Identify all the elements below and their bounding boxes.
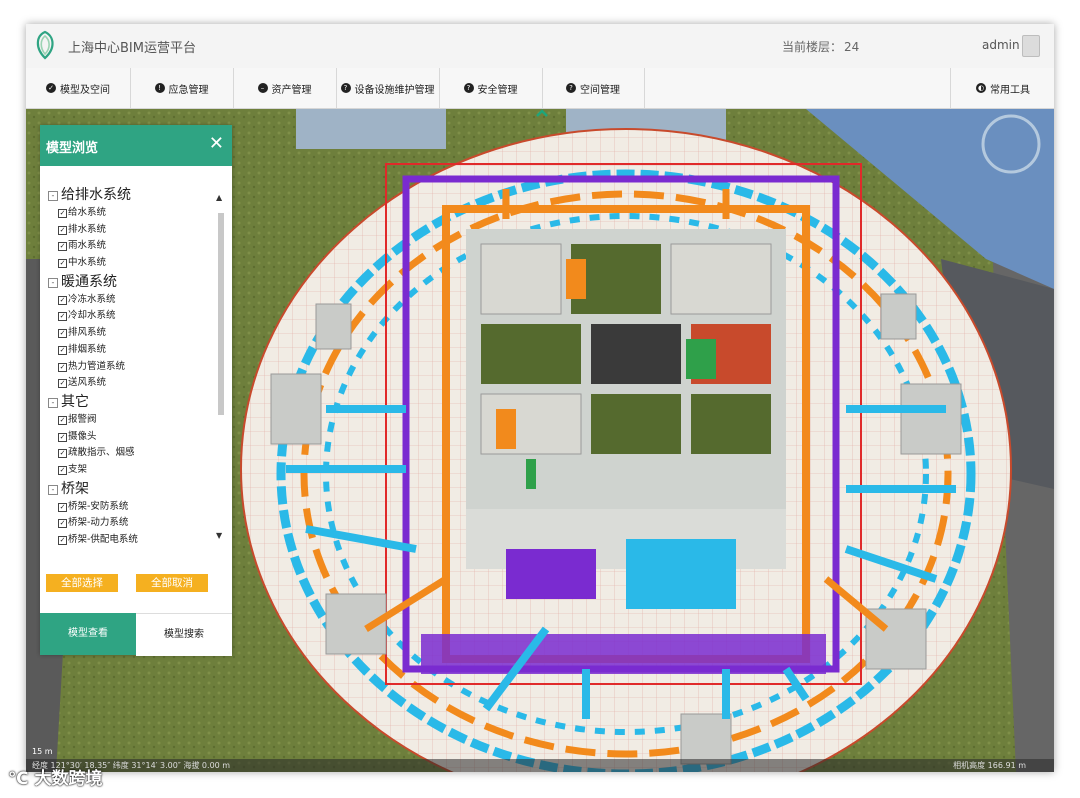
tree-item[interactable]: ✓ 中水系统 [48, 255, 216, 272]
floor-value: 24 [844, 40, 860, 54]
question-circle-icon: ? [463, 83, 474, 93]
checkbox-checked-icon[interactable]: ✓ [58, 415, 67, 425]
tab-maintenance[interactable]: ? 设备设施维护管理 [336, 68, 440, 108]
watermark-logo-icon: ℃ [8, 769, 35, 789]
tree-item[interactable]: ✓ 桥架-动力系统 [48, 515, 216, 532]
checkbox-checked-icon[interactable]: ✓ [58, 449, 67, 459]
app-window: 上海中心BIM运营平台 当前楼层： 24 admin ✓ 模型及空间 ! 应急管理 –… [26, 24, 1054, 772]
tree-item[interactable]: ✓ 疏散指示、烟感 [48, 445, 216, 462]
tree-group[interactable]: - 其它 [48, 392, 216, 412]
question-circle-icon: ? [340, 83, 351, 93]
scroll-up-icon[interactable]: ▲ [216, 193, 222, 202]
tree-group[interactable]: - 给排水系统 [48, 185, 216, 205]
tree-item[interactable]: ✓ 桥架-供配电系统 [48, 532, 216, 549]
question-circle-icon: ? [566, 83, 576, 93]
minus-circle-icon: – [257, 83, 268, 93]
panel-title: 模型浏览 [46, 141, 99, 156]
tree-scrollbar[interactable]: ▲ ▼ [216, 193, 226, 549]
check-circle-icon: ✓ [46, 83, 56, 93]
tree-group[interactable]: - 桥架 [48, 479, 216, 499]
panel-tabs: 模型查看 模型搜索 [40, 613, 232, 656]
tab-model-search[interactable]: 模型搜索 [136, 613, 232, 656]
tree-group[interactable]: - 暖通系统 [48, 272, 216, 292]
collapse-icon[interactable]: - [48, 397, 58, 408]
alert-circle-icon: ! [154, 83, 165, 93]
status-bar: 15 m 经度 121°30′ 18.35″ 纬度 31°14′ 3.00″ 海… [26, 747, 1054, 772]
tree-item[interactable]: ✓ 送风系统 [48, 375, 216, 392]
checkbox-checked-icon[interactable]: ✓ [58, 345, 67, 355]
checkbox-checked-icon[interactable]: ✓ [58, 465, 67, 475]
tab-model-view[interactable]: 模型查看 [40, 613, 136, 655]
tree-item[interactable]: ✓ 雨水系统 [48, 238, 216, 255]
close-icon[interactable]: ✕ [209, 133, 224, 154]
deselect-all-button[interactable]: 全部取消 [136, 574, 208, 592]
checkbox-checked-icon[interactable]: ✓ [58, 225, 67, 235]
collapse-icon[interactable]: - [48, 277, 58, 288]
tree-item[interactable]: ✓ 报警阀 [48, 412, 216, 429]
collapse-icon[interactable]: - [48, 191, 58, 201]
tree-item[interactable]: ✓ 排风系统 [48, 325, 216, 342]
checkbox-checked-icon[interactable]: ✓ [58, 536, 67, 545]
avatar-icon[interactable] [1022, 35, 1040, 57]
tree-item[interactable]: ✓ 排水系统 [48, 222, 216, 239]
checkbox-checked-icon[interactable]: ✓ [58, 432, 67, 442]
tree-item[interactable]: ✓ 冷却水系统 [48, 308, 216, 325]
tab-emergency[interactable]: ! 应急管理 [130, 68, 234, 108]
select-all-button[interactable]: 全部选择 [46, 574, 118, 592]
checkbox-checked-icon[interactable]: ✓ [58, 519, 67, 529]
floor-label: 当前楼层： [782, 40, 843, 54]
tree-item[interactable]: ✓ 桥架-安防系统 [48, 499, 216, 516]
tools-icon: ◐ [976, 83, 986, 93]
tree-item[interactable]: ✓ 摄像头 [48, 429, 216, 446]
user-name[interactable]: admin [982, 38, 1020, 52]
tab-assets[interactable]: – 资产管理 [233, 68, 337, 108]
scroll-thumb[interactable] [218, 213, 224, 415]
tree-item[interactable]: ✓ 热力管道系统 [48, 359, 216, 376]
current-floor: 当前楼层： 24 [780, 38, 859, 55]
tree-item[interactable]: ✓ 给水系统 [48, 205, 216, 222]
tab-space[interactable]: ? 空间管理 [542, 68, 645, 108]
chevron-up-icon[interactable] [535, 108, 549, 118]
checkbox-checked-icon[interactable]: ✓ [58, 502, 67, 512]
checkbox-checked-icon[interactable]: ✓ [58, 379, 67, 389]
model-browser-panel: 模型浏览 ✕ - 给排水系统 ✓ 给水系统 ✓ 排水系统 ✓ 雨水系统 ✓ 中水系统 -暖… [40, 125, 232, 656]
tree-item[interactable]: ✓ 排烟系统 [48, 342, 216, 359]
scroll-down-icon[interactable]: ▼ [216, 531, 222, 540]
top-bar: 上海中心BIM运营平台 当前楼层： 24 admin [26, 24, 1054, 69]
collapse-icon[interactable]: - [48, 484, 58, 495]
app-title: 上海中心BIM运营平台 [68, 41, 196, 56]
checkbox-checked-icon[interactable]: ✓ [58, 362, 67, 372]
scale-label: 15 m [32, 747, 53, 756]
checkbox-checked-icon[interactable]: ✓ [58, 209, 67, 218]
checkbox-checked-icon[interactable]: ✓ [58, 312, 67, 322]
tab-model-space[interactable]: ✓ 模型及空间 [26, 68, 131, 108]
tree-item[interactable]: ✓ 冷冻水系统 [48, 292, 216, 309]
checkbox-checked-icon[interactable]: ✓ [58, 242, 67, 252]
system-tree: - 给排水系统 ✓ 给水系统 ✓ 排水系统 ✓ 雨水系统 ✓ 中水系统 - 暖通系统 ✓ 冷冻… [48, 185, 216, 559]
checkbox-checked-icon[interactable]: ✓ [58, 329, 67, 339]
tab-security[interactable]: ? 安全管理 [439, 68, 543, 108]
checkbox-checked-icon[interactable]: ✓ [58, 259, 67, 269]
tree-item[interactable]: ✓ 支架 [48, 462, 216, 479]
main-nav: ✓ 模型及空间 ! 应急管理 – 资产管理 ? 设备设施维护管理 ? 安全管理 ? 空间管理… [26, 68, 1054, 109]
watermark: ℃ 大数跨境 [8, 769, 103, 789]
logo-icon [36, 30, 54, 60]
panel-header: 模型浏览 ✕ [40, 125, 232, 166]
checkbox-checked-icon[interactable]: ✓ [58, 295, 67, 305]
camera-height-readout: 相机高度 166.91 m [953, 761, 1026, 770]
tools-button[interactable]: ◐ 常用工具 [950, 68, 1054, 108]
